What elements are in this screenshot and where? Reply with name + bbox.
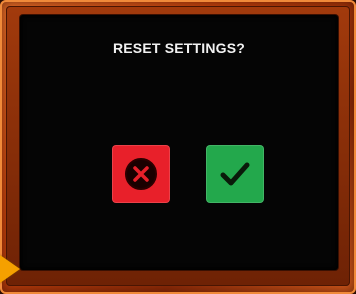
dialog-title: RESET SETTINGS? <box>112 40 246 56</box>
confirm-button[interactable] <box>206 145 264 203</box>
dialog-screen: RESET SETTINGS? <box>20 15 338 270</box>
selection-arrow-icon <box>0 255 20 283</box>
checkmark-icon <box>220 162 250 186</box>
x-close-icon <box>125 158 157 190</box>
cancel-button[interactable] <box>112 145 170 203</box>
